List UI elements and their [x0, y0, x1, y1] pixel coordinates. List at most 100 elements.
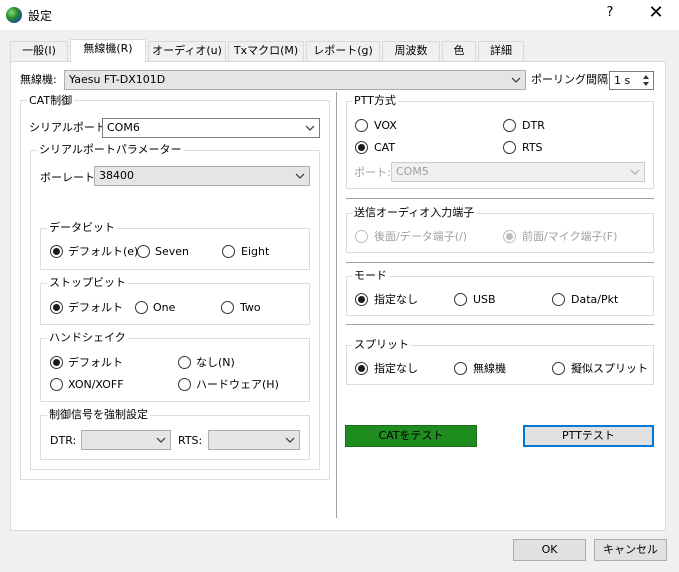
stopbits-two-label[interactable]: Two [240, 301, 261, 315]
stopbits-default-radio[interactable] [50, 301, 63, 314]
mode-usb-label[interactable]: USB [473, 293, 496, 307]
audio-front-label[interactable]: 前面/マイク端子(F) [522, 230, 617, 244]
stopbits-one-radio[interactable] [135, 301, 148, 314]
mode-data-label[interactable]: Data/Pkt [571, 293, 618, 307]
ptt-port-value: COM5 [396, 165, 429, 178]
stopbits-one-label[interactable]: One [153, 301, 175, 315]
mode-title: モード [352, 269, 389, 282]
handshake-xonxoff-label[interactable]: XON/XOFF [68, 378, 124, 392]
audio-rear-radio[interactable] [355, 230, 368, 243]
chevron-down-icon [630, 169, 640, 175]
polling-interval-spinbox[interactable]: 1 s [609, 71, 654, 90]
dtr-label: DTR: [50, 434, 77, 447]
databits-eight-radio[interactable] [222, 245, 235, 258]
stop-bits-title: ストップビット [47, 276, 128, 289]
databits-seven-label[interactable]: Seven [155, 245, 189, 259]
handshake-xonxoff-radio[interactable] [50, 378, 63, 391]
serial-params-title: シリアルポートパラメーター [37, 143, 184, 156]
force-lines-title: 制御信号を強制設定 [47, 408, 150, 421]
rig-label: 無線機: [20, 73, 57, 86]
polling-label: ポーリング間隔: [531, 73, 612, 86]
tx-audio-source-title: 送信オーディオ入力端子 [352, 206, 477, 219]
rts-label: RTS: [178, 434, 203, 447]
ptt-method-title: PTT方式 [352, 94, 398, 107]
ptt-rts-radio[interactable] [503, 141, 516, 154]
split-none-radio[interactable] [355, 362, 368, 375]
app-icon [6, 7, 22, 23]
window-title: 設定 [28, 9, 53, 23]
databits-default-label[interactable]: デフォルト(e) [68, 245, 138, 259]
ptt-rts-label[interactable]: RTS [522, 141, 543, 155]
separator [346, 198, 654, 199]
audio-rear-label[interactable]: 後面/データ端子(/) [374, 230, 467, 244]
panel-divider [336, 92, 337, 518]
cancel-button[interactable]: キャンセル [594, 539, 667, 561]
stopbits-default-label[interactable]: デフォルト [68, 301, 123, 315]
tab-reporting[interactable]: レポート(g) [306, 41, 380, 61]
data-bits-title: データビット [47, 221, 117, 234]
handshake-hardware-label[interactable]: ハードウェア(H) [196, 378, 279, 392]
ptt-cat-radio[interactable] [355, 141, 368, 154]
serial-port-label: シリアルポート: [29, 121, 110, 134]
tab-tx-macros[interactable]: Txマクロ(M) [228, 41, 304, 61]
handshake-default-label[interactable]: デフォルト [68, 356, 123, 370]
ptt-port-label: ポート: [354, 166, 391, 179]
databits-seven-radio[interactable] [137, 245, 150, 258]
mode-none-label[interactable]: 指定なし [374, 293, 418, 307]
rig-select[interactable]: Yaesu FT-DX101D [64, 70, 526, 90]
tab-colors[interactable]: 色 [442, 41, 476, 61]
tab-frequencies[interactable]: 周波数 [382, 41, 440, 61]
chevron-down-icon [285, 437, 295, 443]
databits-eight-label[interactable]: Eight [241, 245, 269, 259]
handshake-none-radio[interactable] [178, 356, 191, 369]
test-cat-button[interactable]: CATをテスト [345, 425, 477, 447]
handshake-hardware-radio[interactable] [178, 378, 191, 391]
handshake-group [40, 338, 310, 402]
close-button[interactable]: ✕ [643, 3, 669, 25]
baud-label: ボーレート: [40, 171, 99, 184]
split-rig-label[interactable]: 無線機 [473, 362, 506, 376]
ptt-vox-label[interactable]: VOX [374, 119, 397, 133]
ptt-vox-radio[interactable] [355, 119, 368, 132]
audio-front-radio[interactable] [503, 230, 516, 243]
rts-select[interactable] [208, 430, 300, 450]
tab-general[interactable]: 一般(I) [10, 41, 68, 61]
split-fake-radio[interactable] [552, 362, 565, 375]
ptt-cat-label[interactable]: CAT [374, 141, 395, 155]
tab-advanced[interactable]: 詳細 [478, 41, 524, 61]
mode-usb-radio[interactable] [454, 293, 467, 306]
tab-audio[interactable]: オーディオ(u) [148, 41, 226, 61]
split-title: スプリット [352, 338, 411, 351]
chevron-down-icon [295, 173, 305, 179]
serial-port-select[interactable]: COM6 [102, 118, 320, 138]
ok-button[interactable]: OK [513, 539, 586, 561]
split-rig-radio[interactable] [454, 362, 467, 375]
cat-control-title: CAT制御 [27, 94, 75, 107]
mode-data-radio[interactable] [552, 293, 565, 306]
chevron-down-icon [511, 77, 521, 83]
test-ptt-button[interactable]: PTTテスト [523, 425, 654, 447]
ptt-port-select[interactable]: COM5 [391, 162, 645, 182]
databits-default-radio[interactable] [50, 245, 63, 258]
title-bar [0, 0, 679, 30]
split-fake-label[interactable]: 擬似スプリット [571, 362, 648, 376]
tab-radio[interactable]: 無線機(R) [70, 39, 146, 62]
polling-value: 1 s [614, 74, 631, 87]
serial-port-value: COM6 [107, 121, 140, 134]
help-button[interactable]: ? [600, 5, 620, 25]
separator [346, 262, 654, 263]
handshake-default-radio[interactable] [50, 356, 63, 369]
handshake-title: ハンドシェイク [47, 331, 128, 344]
stopbits-two-radio[interactable] [221, 301, 234, 314]
ptt-dtr-radio[interactable] [503, 119, 516, 132]
rig-value: Yaesu FT-DX101D [69, 73, 166, 86]
handshake-none-label[interactable]: なし(N) [196, 356, 235, 370]
chevron-down-icon [156, 437, 166, 443]
separator [346, 324, 654, 325]
spin-arrows-icon[interactable] [641, 73, 651, 88]
ptt-dtr-label[interactable]: DTR [522, 119, 545, 133]
baud-select[interactable]: 38400 [94, 166, 310, 186]
split-none-label[interactable]: 指定なし [374, 362, 418, 376]
dtr-select[interactable] [81, 430, 171, 450]
mode-none-radio[interactable] [355, 293, 368, 306]
